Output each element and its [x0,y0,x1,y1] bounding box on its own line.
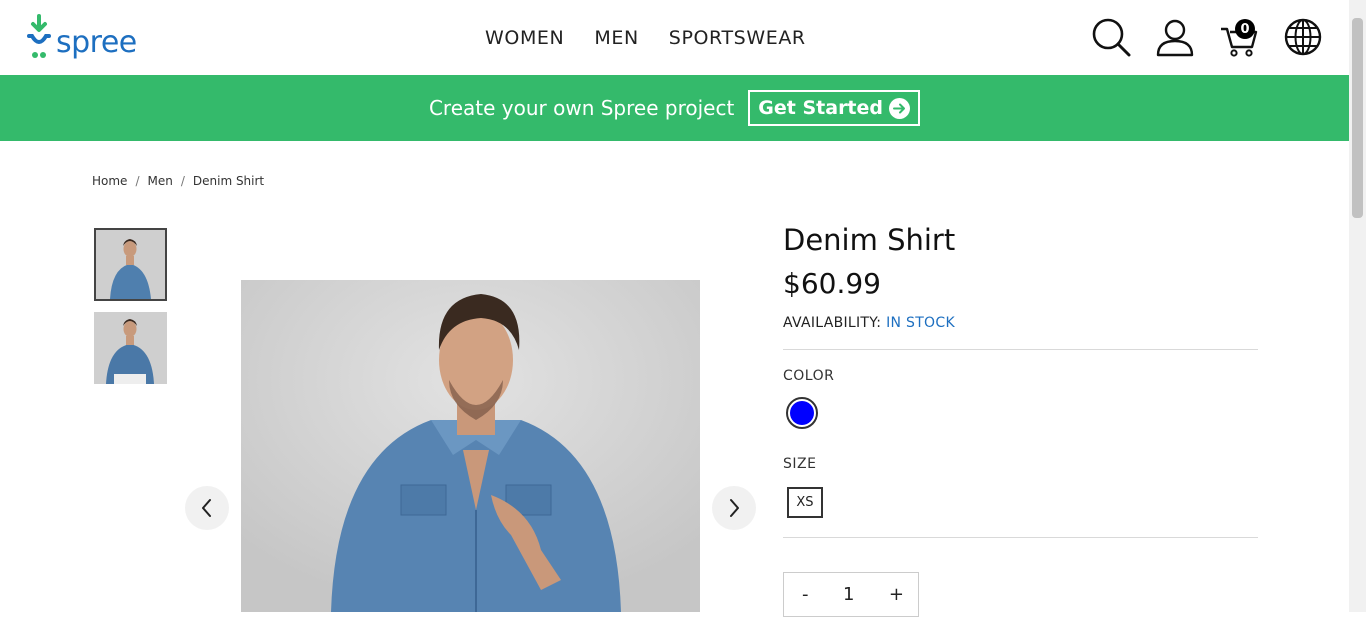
header-icons: 0 [1091,17,1323,57]
quantity-stepper: - 1 + [783,572,919,617]
carousel-prev-button[interactable] [185,486,229,530]
promo-banner: Create your own Spree project Get Starte… [0,75,1349,141]
availability-label: AVAILABILITY: [783,315,882,331]
product-photo [241,280,700,612]
color-swatch-fill [790,401,814,425]
scrollbar-thumb[interactable] [1352,18,1363,218]
account-icon[interactable] [1155,17,1195,57]
search-icon[interactable] [1091,17,1131,57]
chevron-left-icon [202,499,211,517]
divider [783,349,1258,350]
logo-text: spree [56,25,137,60]
spree-logo-icon [27,14,51,58]
breadcrumb-current: Denim Shirt [192,174,265,188]
globe-icon[interactable] [1283,17,1323,57]
product-main-image [241,280,700,612]
quantity-increase-button[interactable]: + [889,584,904,605]
breadcrumb-men[interactable]: Men [147,174,172,188]
quantity-decrease-button[interactable]: - [802,584,809,605]
page-scrollbar[interactable] [1349,0,1366,612]
product-title: Denim Shirt [783,223,956,257]
nav-item-women[interactable]: WOMEN [485,27,564,49]
cart-count-badge: 0 [1235,19,1255,39]
breadcrumb-separator: / [135,174,140,188]
arrow-right-circle-icon [889,97,911,119]
breadcrumb-separator: / [180,174,185,188]
breadcrumb: Home / Men / Denim Shirt [92,174,264,188]
availability-status: IN STOCK [886,315,955,331]
product-thumbnail-image [96,230,165,299]
get-started-label: Get Started [758,97,884,119]
site-header: spree WOMEN MEN SPORTSWEAR 0 [0,0,1349,75]
spree-logo[interactable]: spree [26,14,137,60]
breadcrumb-home[interactable]: Home [92,174,127,188]
product-thumbnail-1[interactable] [94,228,167,301]
size-option-xs[interactable]: XS [787,487,823,518]
nav-item-sportswear[interactable]: SPORTSWEAR [669,27,806,49]
nav-item-men[interactable]: MEN [594,27,638,49]
carousel-next-button[interactable] [712,486,756,530]
availability: AVAILABILITY: IN STOCK [783,315,1258,331]
product-info: Denim Shirt $60.99 AVAILABILITY: IN STOC… [783,220,1258,538]
divider [783,537,1258,538]
product-thumbnail-image [94,312,167,384]
product-thumbnail-2[interactable] [94,312,167,384]
color-label: COLOR [783,368,835,384]
size-label: SIZE [783,456,817,472]
quantity-value[interactable]: 1 [843,584,854,605]
chevron-right-icon [730,499,739,517]
product-price: $60.99 [783,267,881,300]
main-nav: WOMEN MEN SPORTSWEAR [470,0,821,75]
promo-text: Create your own Spree project [428,96,735,120]
color-swatch-blue[interactable] [786,397,818,429]
cart-button[interactable]: 0 [1219,17,1259,57]
get-started-button[interactable]: Get Started [748,90,921,126]
